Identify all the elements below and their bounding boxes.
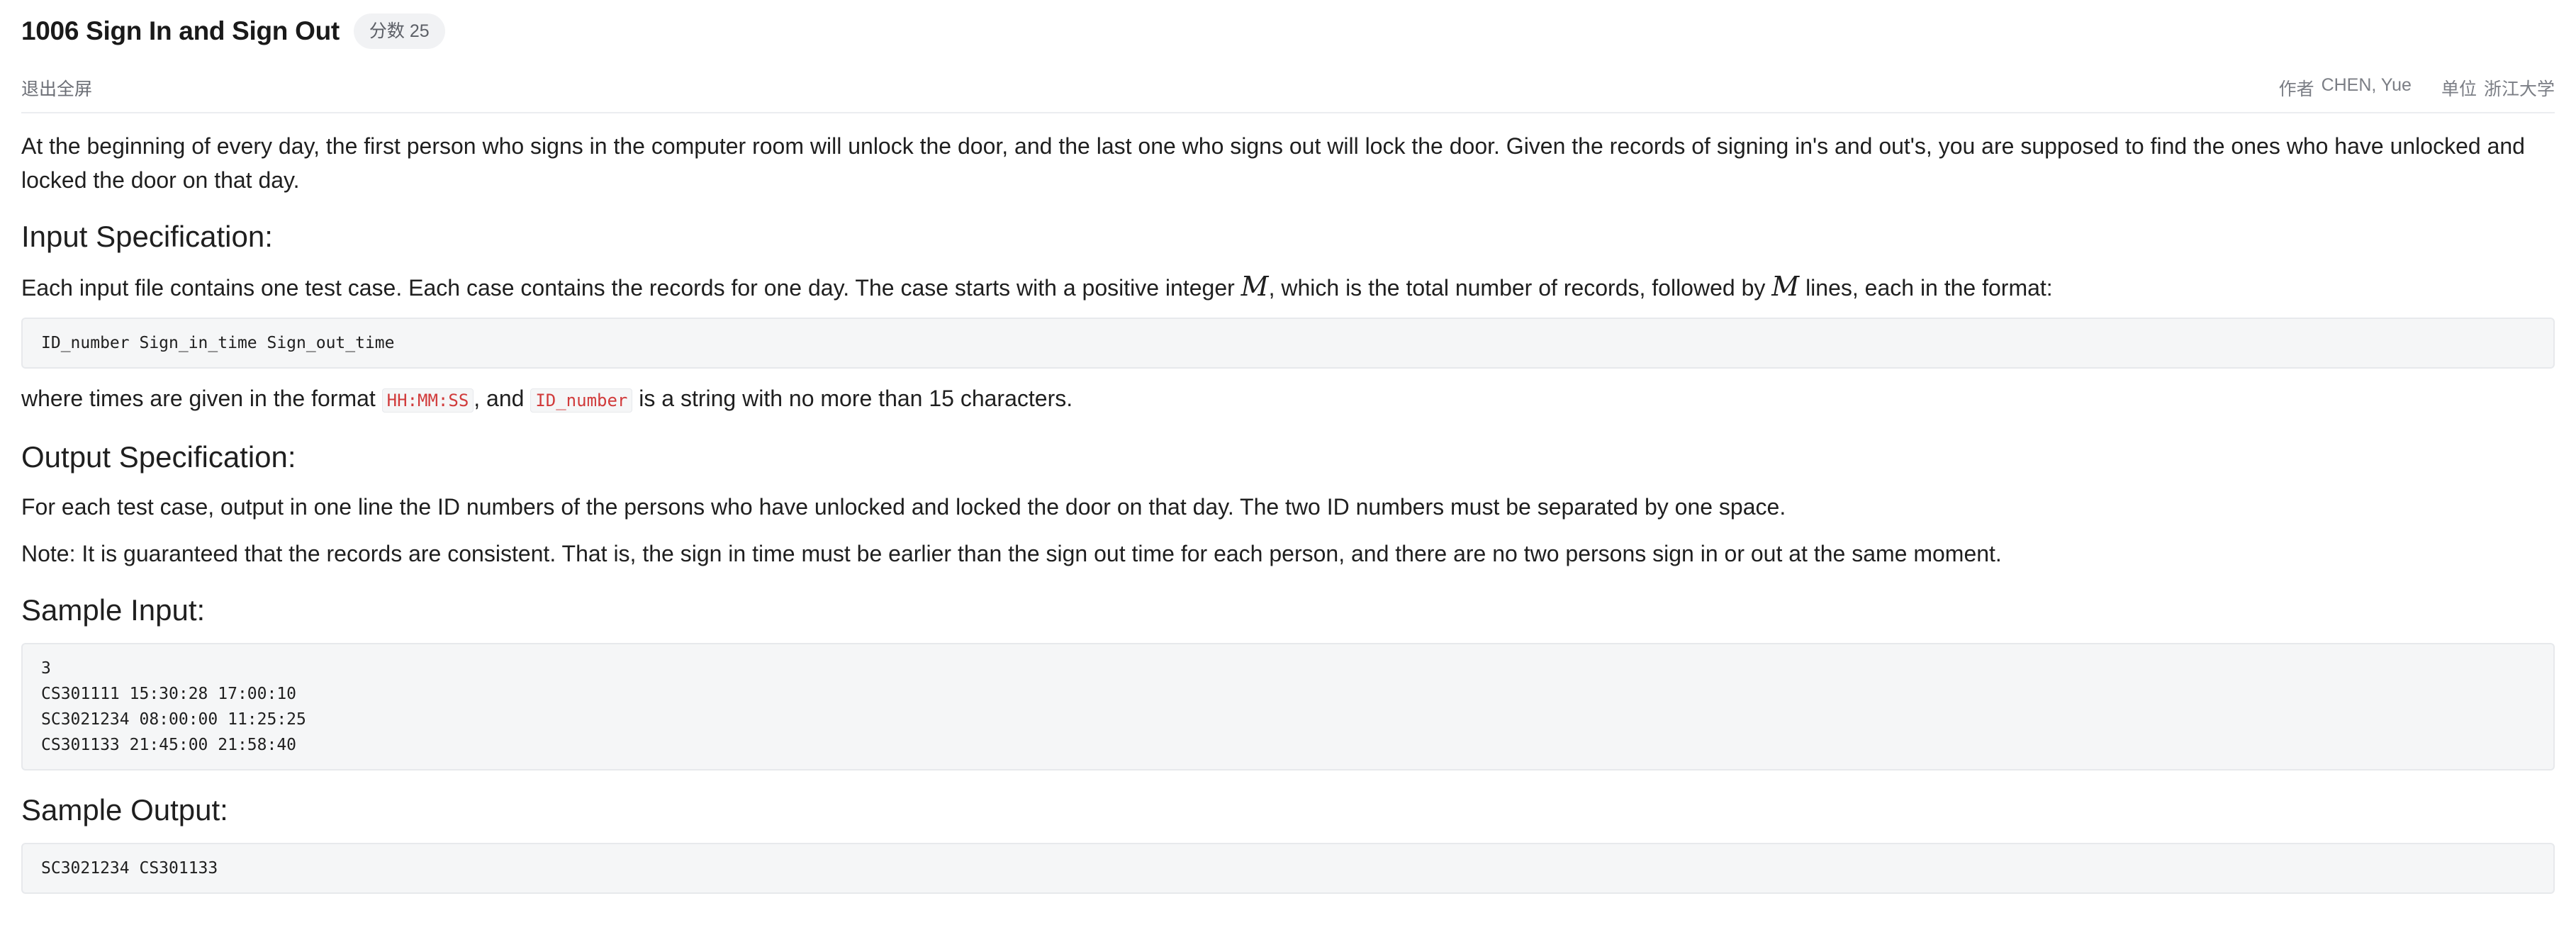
unit-label: 单位: [2441, 79, 2477, 99]
problem-header: 1006 Sign In and Sign Out 分数 25: [21, 0, 2555, 62]
unit-value: 浙江大学: [2483, 79, 2555, 99]
math-m: M: [1241, 271, 1269, 302]
sample-input-block: 3 CS301111 15:30:28 17:00:10 SC3021234 0…: [21, 643, 2555, 771]
input-text-part-2: , which is the total number of records, …: [1268, 275, 1772, 301]
meta-row: 退出全屏 作者 CHEN, Yue 单位 浙江大学: [21, 64, 2555, 113]
sample-output-block: SC3021234 CS301133: [21, 843, 2555, 894]
output-spec-heading: Output Specification:: [21, 440, 296, 474]
problem-meta: 作者 CHEN, Yue 单位 浙江大学: [2279, 75, 2555, 101]
exit-fullscreen-link[interactable]: 退出全屏: [21, 75, 92, 101]
author-label: 作者: [2278, 79, 2314, 99]
time-format-code: HH:MM:SS: [381, 388, 474, 413]
input-spec-text: Each input file contains one test case. …: [21, 269, 2555, 305]
format-code-block: ID_number Sign_in_time Sign_out_time: [21, 318, 2555, 369]
problem-title: 1006 Sign In and Sign Out: [21, 16, 340, 45]
where-text-part-3: is a string with no more than 15 charact…: [632, 386, 1073, 411]
author-info: 作者 CHEN, Yue: [2279, 75, 2412, 101]
id-number-code: ID_number: [530, 388, 633, 413]
score-badge: 分数 25: [353, 13, 445, 49]
author-value: CHEN, Yue: [2321, 75, 2412, 95]
math-m-second: M: [1771, 271, 1800, 302]
where-text-part-2: , and: [474, 386, 531, 411]
where-text: where times are given in the format HH:M…: [21, 381, 2555, 418]
note-text: Note: It is guaranteed that the records …: [21, 541, 2002, 566]
unit-info: 单位 浙江大学: [2441, 75, 2555, 101]
output-spec-text: For each test case, output in one line t…: [21, 494, 1786, 520]
where-text-part-1: where times are given in the format: [21, 386, 382, 411]
problem-content: At the beginning of every day, the first…: [21, 113, 2555, 894]
problem-intro: At the beginning of every day, the first…: [21, 133, 2525, 193]
sample-input-heading: Sample Input:: [21, 593, 206, 627]
sample-output-heading: Sample Output:: [21, 793, 228, 827]
input-text-part-1: Each input file contains one test case. …: [21, 275, 1241, 301]
input-spec-heading: Input Specification:: [21, 220, 273, 253]
input-text-part-3: lines, each in the format:: [1799, 275, 2053, 301]
problem-page: 1006 Sign In and Sign Out 分数 25 退出全屏 作者 …: [0, 0, 2576, 930]
